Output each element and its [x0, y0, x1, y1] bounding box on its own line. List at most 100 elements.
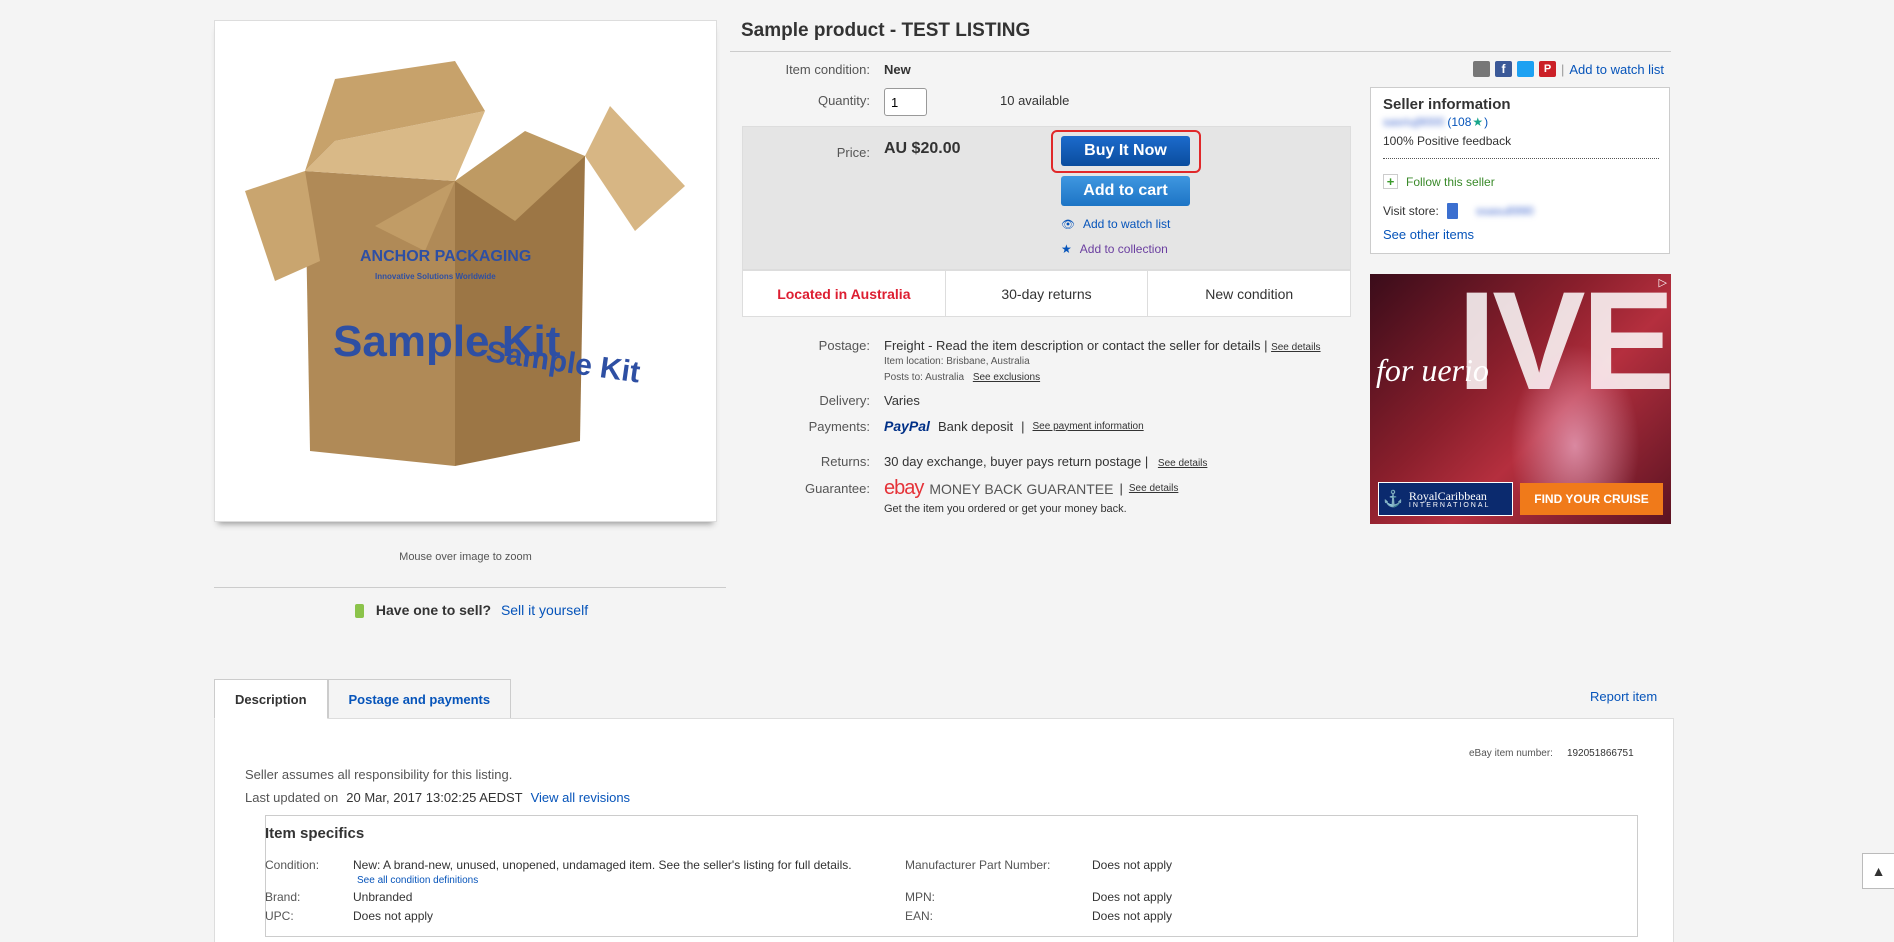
see-all-condition-definitions-link[interactable]: See all condition definitions: [357, 875, 478, 886]
delivery-value: Varies: [884, 393, 920, 408]
spec-brand-value: Unbranded: [353, 890, 413, 904]
scroll-to-top-button[interactable]: ▲: [1862, 853, 1894, 889]
page-title: Sample product - TEST LISTING: [741, 20, 1031, 41]
see-other-items-link[interactable]: See other items: [1383, 227, 1474, 242]
royal-caribbean-logo: ⚓ RoyalCaribbean INTERNATIONAL: [1378, 482, 1513, 516]
postage-see-details-link[interactable]: See details: [1271, 342, 1320, 353]
sell-question: Have one to sell?: [375, 602, 492, 618]
spec-ean-label: EAN:: [905, 909, 934, 923]
price-label: Price:: [836, 145, 870, 160]
returns-see-details-link[interactable]: See details: [1158, 458, 1207, 469]
add-to-collection-row[interactable]: ★ Add to collection: [1061, 242, 1168, 256]
divider: [214, 587, 726, 588]
add-to-watch-list-row[interactable]: 👁 Add to watch list: [1061, 217, 1170, 231]
payments-row: PayPal Bank deposit | See payment inform…: [884, 418, 1144, 434]
store-name-link[interactable]: ssasu8990: [1476, 204, 1534, 218]
see-exclusions-link[interactable]: See exclusions: [973, 372, 1040, 383]
spec-mpn-value: Does not apply: [1092, 890, 1173, 904]
tab-postage-and-payments[interactable]: Postage and payments: [327, 679, 512, 719]
divider: [1383, 158, 1659, 159]
available-count: 10 available: [1000, 93, 1070, 108]
sell-tag-icon: [355, 604, 364, 619]
product-image-panel[interactable]: ANCHOR PACKAGING Innovative Solutions Wo…: [214, 20, 717, 522]
add-to-collection-link[interactable]: Add to collection: [1080, 242, 1168, 256]
item-specifics-heading: Item specifics: [265, 825, 365, 842]
ad-script-text: for uerio: [1376, 352, 1489, 388]
money-back-guarantee: MONEY BACK GUARANTEE: [929, 480, 1114, 497]
postage-label: Postage:: [818, 338, 870, 353]
last-updated-value: 20 Mar, 2017 13:02:25 AEDST: [346, 790, 523, 805]
bank-deposit: Bank deposit: [937, 418, 1014, 434]
chevron-up-icon: ▲: [1871, 863, 1886, 879]
posts-to-label: Posts to:: [884, 372, 923, 383]
guarantee-row: ebay MONEY BACK GUARANTEE | See details: [884, 477, 1178, 500]
condition-label: Item condition:: [785, 62, 870, 77]
posts-to-value: Australia: [925, 372, 965, 383]
tab-bar: Description Postage and payments: [214, 679, 512, 719]
seller-info-panel: Seller information sasriuj9000 (108 ★ ) …: [1370, 87, 1670, 254]
spec-ean-value: Does not apply: [1092, 909, 1173, 923]
seller-info-heading: Seller information: [1383, 96, 1511, 113]
email-share-icon[interactable]: [1473, 61, 1490, 77]
postage-value: Freight - Read the item description or c…: [884, 338, 1268, 353]
add-to-watch-list-link[interactable]: Add to watch list: [1083, 217, 1170, 231]
star-icon: ★: [1061, 242, 1072, 256]
ad-choices-icon[interactable]: ▷: [1659, 276, 1667, 289]
condition-badge: New condition: [1205, 285, 1294, 302]
add-to-cart-button[interactable]: Add to cart: [1061, 176, 1190, 206]
returns-value: 30 day exchange, buyer pays return posta…: [884, 454, 1149, 469]
sell-it-yourself-link[interactable]: Sell it yourself: [501, 602, 588, 618]
location-badge: Located in Australia: [743, 271, 946, 316]
feedback-score-close: ): [1484, 115, 1489, 129]
eye-icon: 👁: [1061, 218, 1075, 231]
seller-name-link[interactable]: sasriuj9000: [1383, 115, 1444, 129]
postage-row: Freight - Read the item description or c…: [884, 338, 1321, 353]
store-icon: [1446, 203, 1458, 219]
returns-badge: 30-day returns: [946, 271, 1149, 316]
spec-upc-label: UPC:: [265, 909, 294, 923]
spec-condition-value: New: A brand-new, unused, unopened, unda…: [353, 858, 873, 888]
spec-manufacturer-part-number-value: Does not apply: [1092, 858, 1173, 872]
spec-condition-text: New: A brand-new, unused, unopened, unda…: [353, 858, 852, 872]
item-location-value: Brisbane, Australia: [946, 356, 1030, 367]
returns-row: 30 day exchange, buyer pays return posta…: [884, 454, 1207, 469]
feedback-score-link[interactable]: (108: [1447, 115, 1471, 129]
posts-to-row: Posts to: Australia See exclusions: [884, 372, 1040, 383]
box-tagline-text: Innovative Solutions Worldwide: [375, 272, 496, 281]
product-image: ANCHOR PACKAGING Innovative Solutions Wo…: [245, 61, 685, 466]
view-all-revisions-link[interactable]: View all revisions: [531, 790, 630, 805]
report-item-link[interactable]: Report item: [1590, 689, 1657, 704]
delivery-label: Delivery:: [819, 393, 870, 408]
guarantee-subtext: Get the item you ordered or get your mon…: [884, 503, 1127, 515]
quantity-input[interactable]: [884, 88, 927, 116]
item-location-row: Item location: Brisbane, Australia: [884, 356, 1030, 367]
guarantee-label: Guarantee:: [804, 481, 870, 496]
item-location-label: Item location:: [884, 356, 944, 367]
last-updated-row: Last updated on 20 Mar, 2017 13:02:25 AE…: [245, 790, 630, 805]
follow-seller-link[interactable]: Follow this seller: [1406, 175, 1495, 189]
spec-mpn-label: MPN:: [905, 890, 935, 904]
spec-brand-label: Brand:: [265, 890, 301, 904]
advertisement[interactable]: IVE for uerio ▷ ⚓ RoyalCaribbean INTERNA…: [1370, 274, 1671, 524]
price-value: AU $20.00: [884, 140, 961, 157]
twitter-share-icon[interactable]: [1517, 61, 1534, 77]
box-brand-text: ANCHOR PACKAGING: [360, 248, 531, 265]
facebook-share-icon[interactable]: f: [1495, 61, 1512, 77]
returns-label: Returns:: [820, 454, 870, 469]
follow-seller-row[interactable]: + Follow this seller: [1383, 174, 1495, 189]
pinterest-share-icon[interactable]: P: [1539, 61, 1556, 77]
spec-manufacturer-part-number-label: Manufacturer Part Number:: [905, 858, 1051, 872]
find-your-cruise-button[interactable]: FIND YOUR CRUISE: [1520, 483, 1663, 515]
guarantee-see-details-link[interactable]: See details: [1129, 483, 1178, 494]
tab-description[interactable]: Description: [214, 679, 328, 719]
guarantee-separator: |: [1119, 481, 1123, 496]
see-payment-information-link[interactable]: See payment information: [1033, 421, 1144, 432]
add-to-watch-list-link-top[interactable]: Add to watch list: [1569, 62, 1664, 77]
share-row: f P | Add to watch list: [1473, 61, 1664, 77]
share-separator: |: [1561, 61, 1565, 77]
spec-condition-label: Condition:: [265, 858, 320, 872]
buy-it-now-button[interactable]: Buy It Now: [1061, 136, 1190, 166]
seller-name-row: sasriuj9000 (108 ★ ): [1383, 115, 1488, 129]
feedback-star-icon: ★: [1472, 115, 1484, 129]
positive-feedback: 100% Positive feedback: [1383, 134, 1512, 148]
